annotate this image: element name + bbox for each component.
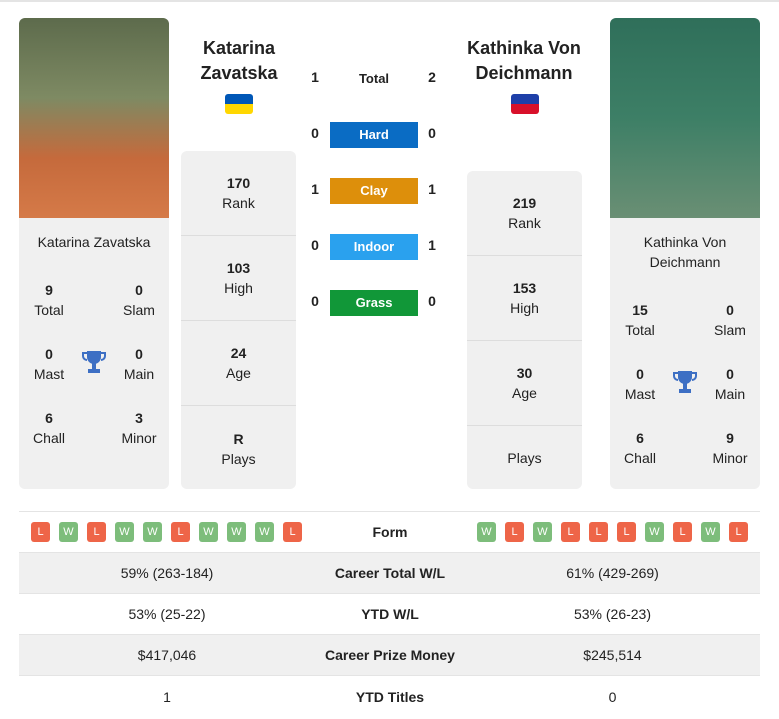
player1-card-name[interactable]: Katarina Zavatska — [19, 232, 169, 252]
player2-prize: $245,514 — [583, 647, 642, 663]
form-badge[interactable]: L — [673, 522, 692, 542]
surface-clay-button[interactable]: Clay — [330, 178, 418, 204]
player1-chall: 6 Chall — [33, 410, 65, 446]
form-badge[interactable]: L — [283, 522, 302, 542]
player1-photo — [19, 18, 169, 218]
player2-card-name[interactable]: Kathinka Von Deichmann — [610, 232, 760, 272]
h2h-total-p1: 1 — [311, 69, 319, 85]
h2h-hard-p2: 0 — [428, 125, 436, 141]
player1-card: Katarina Zavatska 9 Total 0 Slam 0 Mast 0 Ma… — [19, 18, 169, 489]
form-badge[interactable]: W — [533, 522, 552, 542]
player1-ytd-titles: 1 — [163, 688, 171, 705]
player2-mast: 0 Mast — [624, 366, 656, 402]
player2-minor: 9 Minor — [712, 430, 748, 466]
h2h-hard-p1: 0 — [311, 125, 319, 141]
ytd-wl-row: 53% (25-22) YTD W/L 53% (26-23) — [19, 594, 760, 635]
player2-card: Kathinka Von Deichmann 15 Total 0 Slam 0 Ma… — [610, 18, 760, 489]
player2-chall: 6 Chall — [624, 430, 656, 466]
player1-plays: R Plays — [221, 430, 256, 467]
prize-label: Career Prize Money — [325, 647, 455, 663]
form-badge[interactable]: W — [701, 522, 720, 542]
form-row: LWLWWLWWWL Form WLWLLLWLWL — [19, 512, 760, 553]
form-badge[interactable]: L — [589, 522, 608, 542]
ytd-titles-label: YTD Titles — [355, 688, 425, 705]
form-badge[interactable]: W — [255, 522, 274, 542]
form-badge[interactable]: W — [477, 522, 496, 542]
player2-total: 15 Total — [625, 302, 655, 338]
top-divider — [0, 0, 779, 2]
ukraine-flag-icon — [225, 94, 253, 114]
player1-ytd-wl: 53% (25-22) — [128, 606, 206, 622]
h2h-total-p2: 2 — [428, 69, 436, 85]
career-wl-row: 59% (263-184) Career Total W/L 61% (429-… — [19, 553, 760, 594]
player2-plays: Plays — [507, 449, 542, 466]
player1-slam: 0 Slam — [123, 282, 155, 318]
ytd-wl-label: YTD W/L — [361, 606, 419, 622]
player1-age: 24 Age — [181, 321, 296, 406]
player2-main: 0 Main — [714, 366, 746, 402]
form-badge[interactable]: L — [171, 522, 190, 542]
player2-career-wl: 61% (429-269) — [566, 565, 659, 581]
h2h-grass-p2: 0 — [428, 293, 436, 309]
form-badge[interactable]: L — [87, 522, 106, 542]
prize-row: $417,046 Career Prize Money $245,514 — [19, 635, 760, 676]
ytd-titles-row: 1 YTD Titles 0 — [19, 676, 760, 717]
h2h-indoor-p2: 1 — [428, 237, 436, 253]
player2-photo — [610, 18, 760, 218]
player2-ytd-wl: 53% (26-23) — [573, 606, 652, 622]
player1-total: 9 Total — [34, 282, 64, 318]
player2-stats: 219 Rank 153 High 30 Age Plays — [467, 171, 582, 489]
form-badge[interactable]: W — [645, 522, 664, 542]
form-badge[interactable]: L — [31, 522, 50, 542]
h2h-clay-p2: 1 — [428, 181, 436, 197]
player1-form: LWLWWLWWWL — [19, 522, 315, 542]
h2h-indoor-p1: 0 — [311, 237, 319, 253]
form-badge[interactable]: L — [617, 522, 636, 542]
player2-name-heading[interactable]: Kathinka Von Deichmann — [459, 36, 589, 86]
player2-slam: 0 Slam — [714, 302, 746, 338]
h2h-grass-p1: 0 — [311, 293, 319, 309]
surface-hard-button[interactable]: Hard — [330, 122, 418, 148]
h2h-total-label: Total — [358, 71, 390, 86]
surface-indoor-button[interactable]: Indoor — [330, 234, 418, 260]
player1-minor: 3 Minor — [121, 410, 157, 446]
trophy-icon — [673, 371, 697, 393]
h2h-clay-p1: 1 — [311, 181, 319, 197]
form-badge[interactable]: L — [729, 522, 748, 542]
player1-prize: $417,046 — [137, 647, 197, 663]
comparison-table: LWLWWLWWWL Form WLWLLLWLWL 59% (263-184)… — [19, 511, 760, 717]
player1-name-heading[interactable]: Katarina Zavatska — [174, 36, 304, 86]
trophy-icon — [82, 351, 106, 373]
form-badge[interactable]: W — [227, 522, 246, 542]
player1-stats: 170 Rank 103 High 24 Age R Plays — [181, 151, 296, 489]
player1-career-wl: 59% (263-184) — [120, 565, 214, 581]
player1-rank: 170 Rank — [181, 151, 296, 236]
player1-mast: 0 Mast — [33, 346, 65, 382]
form-label: Form — [372, 524, 408, 540]
player2-age: 30 Age — [467, 341, 582, 426]
form-badge[interactable]: L — [505, 522, 524, 542]
surface-grass-button[interactable]: Grass — [330, 290, 418, 316]
player2-form: WLWLLLWLWL — [465, 522, 760, 542]
player2-ytd-titles: 0 — [608, 688, 617, 705]
form-badge[interactable]: L — [561, 522, 580, 542]
player1-main: 0 Main — [123, 346, 155, 382]
form-badge[interactable]: W — [143, 522, 162, 542]
career-wl-label: Career Total W/L — [334, 565, 446, 581]
form-badge[interactable]: W — [115, 522, 134, 542]
player1-high: 103 High — [181, 236, 296, 321]
form-badge[interactable]: W — [59, 522, 78, 542]
player2-rank: 219 Rank — [467, 171, 582, 256]
liechtenstein-flag-icon — [511, 94, 539, 114]
form-badge[interactable]: W — [199, 522, 218, 542]
player2-high: 153 High — [467, 256, 582, 341]
